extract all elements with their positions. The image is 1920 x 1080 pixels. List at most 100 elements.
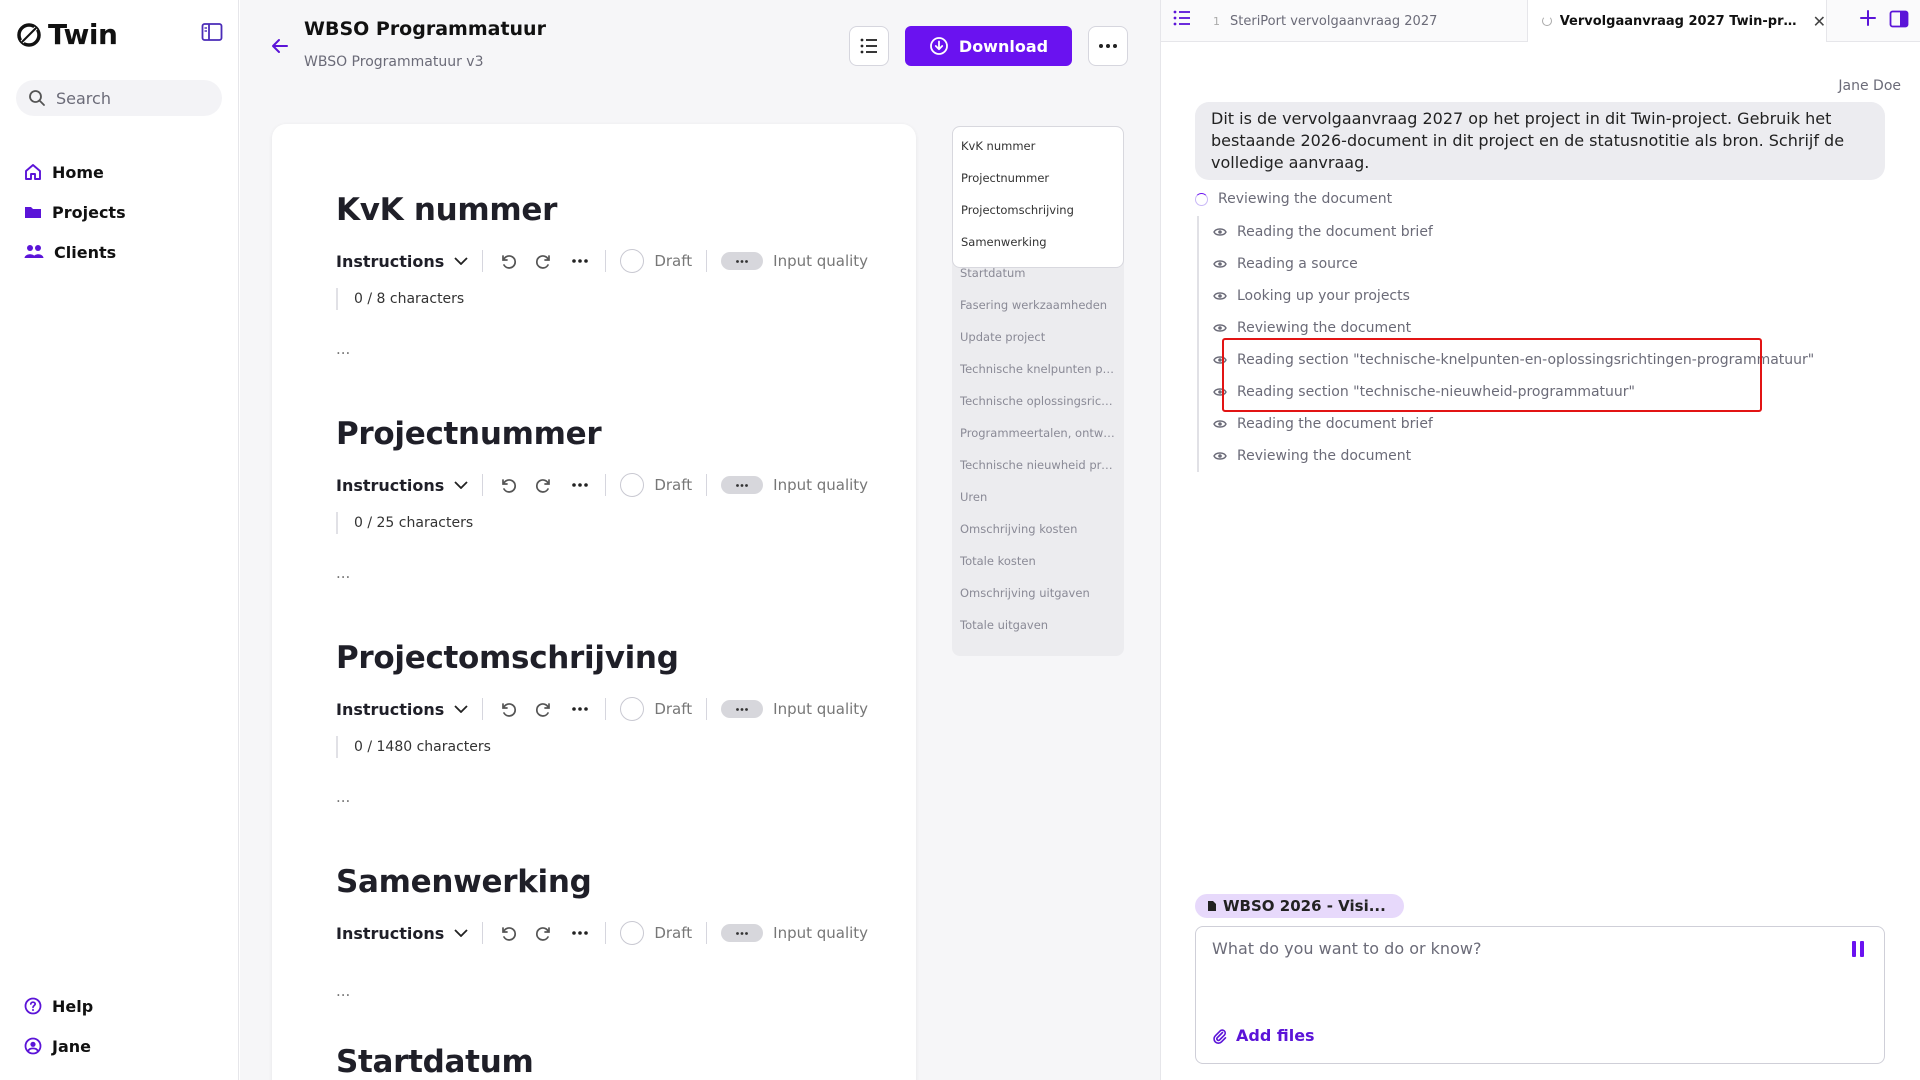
instructions-label: Instructions [336,475,445,495]
activity-item: Reviewing the document [1213,312,1814,344]
draft-label: Draft [654,700,693,718]
section-content-placeholder[interactable]: ... [336,788,896,806]
outline-item[interactable]: Update project [960,330,1116,344]
outline-item[interactable]: Projectomschrijving [961,203,1117,217]
outline-item[interactable]: Programmeertalen, ontwik... [960,426,1116,440]
redo-icon[interactable] [533,698,555,720]
section-title[interactable]: Startdatum [336,1040,896,1080]
outline-item[interactable]: Omschrijving kosten [960,522,1116,536]
pause-button[interactable] [1848,939,1868,959]
draft-status-icon[interactable] [620,249,645,273]
sidebar: Twin Home Projects [0,0,239,1080]
nav-item-home[interactable]: Home [24,152,126,192]
input-quality-pill[interactable] [721,924,764,942]
collapse-sidebar-button[interactable] [200,22,224,44]
section-title[interactable]: Samenwerking [336,860,896,904]
instructions-dropdown[interactable]: Instructions [336,252,468,271]
redo-icon[interactable] [533,922,555,944]
chevron-down-icon [454,257,468,265]
section-title[interactable]: Projectnummer [336,412,896,456]
undo-icon[interactable] [497,474,519,496]
character-count: 0 / 1480 characters [336,736,896,758]
pause-icon-bar [1860,941,1864,957]
toolbar-divider [482,698,484,720]
outline-item[interactable]: Technische knelpunten pro... [960,362,1116,376]
download-button[interactable]: Download [905,26,1072,66]
ellipsis-icon [736,931,749,935]
section-title[interactable]: KvK nummer [336,188,896,232]
conversation-list-button[interactable] [1173,10,1191,30]
instructions-dropdown[interactable]: Instructions [336,924,468,943]
undo-icon[interactable] [497,922,519,944]
redo-icon[interactable] [533,250,555,272]
more-options-button[interactable] [1088,26,1128,66]
activity-item: Reading section "technische-nieuwheid-pr… [1213,376,1814,408]
instructions-label: Instructions [336,923,445,943]
ellipsis-icon [736,707,749,711]
section-title[interactable]: Projectomschrijving [336,636,896,680]
document-page: KvK nummer Instructions Draft Input qual… [272,124,916,1080]
more-horizontal-icon[interactable] [569,250,591,272]
outline-item[interactable]: Fasering werkzaamheden [960,298,1116,312]
input-quality-pill[interactable] [721,700,764,718]
outline-item[interactable]: Startdatum [960,266,1116,280]
outline-item[interactable]: Totale uitgaven [960,618,1116,632]
search-input[interactable] [56,88,216,108]
outline-item[interactable]: Uren [960,490,1116,504]
outline-item[interactable]: KvK nummer [961,139,1117,153]
loading-spinner-icon [1195,192,1208,206]
ellipsis-icon [736,259,749,263]
outline-item[interactable]: Omschrijving uitgaven [960,586,1116,600]
toolbar-divider [605,474,607,496]
chat-input[interactable] [1212,939,1812,999]
section-content-placeholder[interactable]: ... [336,340,896,358]
outline-item[interactable]: Samenwerking [961,235,1117,249]
context-document-chip[interactable]: WBSO 2026 - Visi... [1195,894,1404,918]
nav-item-help[interactable]: Help [24,986,93,1026]
nav-item-user[interactable]: Jane [24,1026,93,1066]
instructions-label: Instructions [336,251,445,271]
undo-icon[interactable] [497,698,519,720]
eye-icon [1213,324,1227,332]
nav-item-clients[interactable]: Clients [24,232,126,272]
draft-status-icon[interactable] [620,921,645,945]
outline-item[interactable]: Technische nieuwheid pro... [960,458,1116,472]
loading-spinner-icon [1542,16,1552,26]
chat-tab-bar: 1 SteriPort vervolgaanvraag 2027 Vervolg… [1161,0,1920,42]
more-horizontal-icon[interactable] [569,698,591,720]
home-icon [25,164,41,180]
outline-item[interactable]: Technische oplossingsricht... [960,394,1116,408]
activity-item: Reading the document brief [1213,216,1814,248]
outline-item[interactable]: Projectnummer [961,171,1117,185]
outline-item[interactable]: Totale kosten [960,554,1116,568]
activity-header[interactable]: Reviewing the document [1195,188,1814,210]
undo-icon[interactable] [497,250,519,272]
activity-header-label: Reviewing the document [1218,191,1393,207]
draft-label: Draft [654,252,693,270]
chat-tab-active[interactable]: Vervolgaanvraag 2027 Twin-project op... … [1527,0,1827,42]
chat-tab[interactable]: 1 SteriPort vervolgaanvraag 2027 [1213,0,1513,42]
draft-status-icon[interactable] [620,473,645,497]
more-horizontal-icon[interactable] [569,922,591,944]
instructions-dropdown[interactable]: Instructions [336,700,468,719]
add-files-button[interactable]: Add files [1212,1026,1315,1045]
redo-icon[interactable] [533,474,555,496]
instructions-dropdown[interactable]: Instructions [336,476,468,495]
new-chat-button[interactable] [1859,9,1877,31]
outline-toggle-button[interactable] [849,26,889,66]
nav-item-projects[interactable]: Projects [24,192,126,232]
input-quality-pill[interactable] [721,476,764,494]
logo[interactable]: Twin [16,18,118,51]
section-content-placeholder[interactable]: ... [336,564,896,582]
section-content-placeholder[interactable]: ... [336,982,896,1000]
back-button[interactable] [270,36,290,60]
more-horizontal-icon[interactable] [569,474,591,496]
input-quality-pill[interactable] [721,252,764,270]
toolbar-divider [605,922,607,944]
activity-item-label: Reading section "technische-nieuwheid-pr… [1237,384,1635,400]
draft-status-icon[interactable] [620,697,645,721]
search-box[interactable] [16,80,222,116]
close-icon[interactable]: ✕ [1813,12,1826,31]
toggle-panel-button[interactable] [1889,10,1909,32]
document-section: Samenwerking Instructions Draft Input qu… [336,860,896,1000]
